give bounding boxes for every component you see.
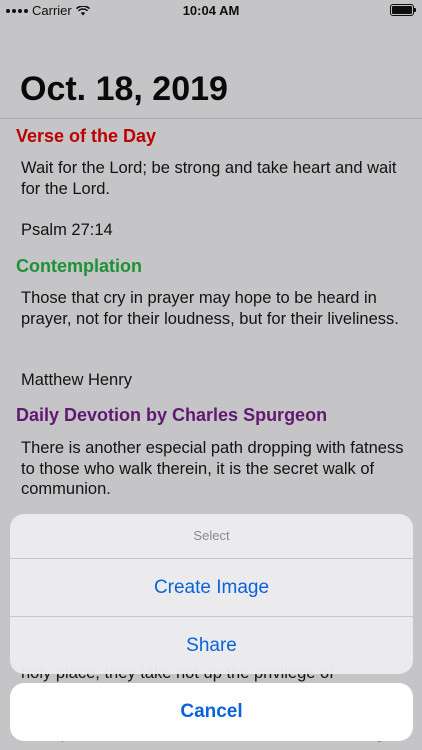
create-image-button[interactable]: Create Image [10,559,413,616]
share-button[interactable]: Share [10,617,413,674]
action-sheet-title: Select [193,528,230,543]
action-sheet: Select Create Image Share [10,514,413,674]
cancel-button[interactable]: Cancel [10,683,413,741]
